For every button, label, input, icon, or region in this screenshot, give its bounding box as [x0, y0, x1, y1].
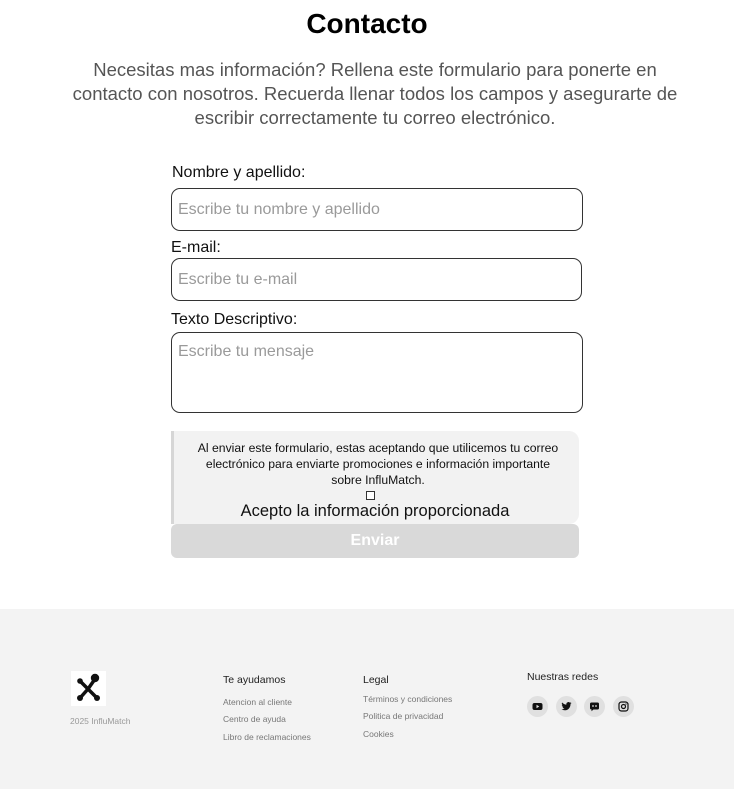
youtube-icon — [532, 703, 543, 710]
name-input[interactable] — [171, 188, 583, 231]
submit-button[interactable]: Enviar — [171, 524, 579, 558]
social-title: Nuestras redes — [527, 671, 599, 683]
consent-checkbox-label: Acepto la información proporcionada — [240, 502, 510, 520]
email-label: E-mail: — [171, 239, 221, 256]
twitter-button[interactable] — [556, 696, 577, 717]
logo[interactable] — [71, 671, 106, 706]
name-label: Nombre y apellido: — [172, 164, 306, 181]
instagram-button[interactable] — [613, 696, 634, 717]
consent-text: Al enviar este formulario, estas aceptan… — [197, 441, 559, 487]
network-nodes-icon — [77, 673, 100, 701]
consent-checkbox[interactable] — [366, 491, 375, 500]
discord-button[interactable] — [584, 696, 605, 717]
page-title: Contacto — [306, 8, 428, 39]
instagram-icon — [618, 701, 629, 712]
email-input[interactable] — [171, 258, 582, 301]
legal-title: Legal — [363, 674, 389, 686]
footer-link-help-center[interactable]: Centro de ayuda — [223, 714, 286, 724]
intro-text: Necesitas mas información? Rellena este … — [72, 59, 678, 128]
discord-icon — [590, 702, 599, 712]
footer-link-terms[interactable]: Términos y condiciones — [363, 694, 452, 704]
footer-link-customer-service[interactable]: Atencion al cliente — [223, 697, 292, 707]
twitter-icon — [561, 702, 572, 711]
footer-link-complaints-book[interactable]: Libro de reclamaciones — [223, 732, 311, 742]
help-title: Te ayudamos — [223, 674, 286, 686]
footer: 2025 InfluMatch Te ayudamos Atencion al … — [0, 609, 734, 789]
message-label: Texto Descriptivo: — [171, 311, 298, 328]
youtube-button[interactable] — [527, 696, 548, 717]
copyright: 2025 InfluMatch — [70, 716, 131, 726]
footer-link-privacy[interactable]: Politica de privacidad — [363, 711, 443, 721]
message-textarea[interactable] — [171, 332, 583, 413]
footer-link-cookies[interactable]: Cookies — [363, 729, 394, 739]
